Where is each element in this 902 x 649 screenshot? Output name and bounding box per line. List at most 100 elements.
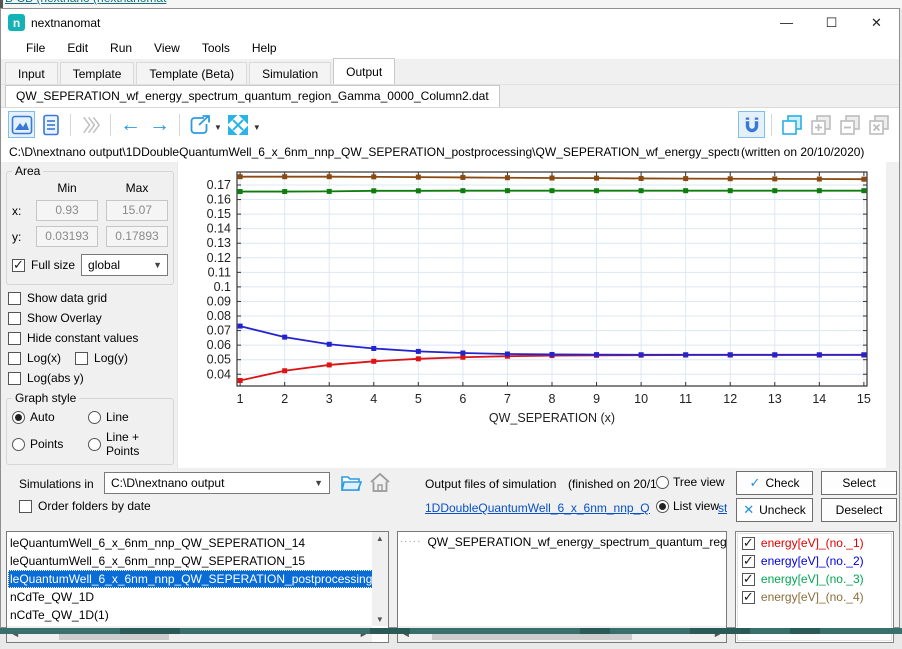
graph-style-legend: Graph style xyxy=(12,391,79,405)
y-max-field[interactable]: 0.17893 xyxy=(106,226,168,247)
svg-text:0.15: 0.15 xyxy=(207,207,231,221)
folders-list[interactable]: leQuantumWell_6_x_6nm_nnp_QW_SEPERATION_… xyxy=(6,531,389,643)
curve-item[interactable]: energy[eV]_(no._1) xyxy=(736,532,893,550)
output-file-name: QW_SEPERATION_wf_energy_spectrum_quantum… xyxy=(427,535,726,549)
open-folder-icon[interactable] xyxy=(340,473,362,493)
curve-checkbox[interactable] xyxy=(742,591,755,604)
show-data-grid-checkbox[interactable] xyxy=(8,292,21,305)
tab-output[interactable]: Output xyxy=(333,58,395,84)
folder-item[interactable]: nCdTe_QW_1D(1) xyxy=(8,606,370,624)
order-folders-checkbox[interactable] xyxy=(19,500,32,513)
show-overlay-checkbox[interactable] xyxy=(8,312,21,325)
file-tab-active[interactable]: QW_SEPERATION_wf_energy_spectrum_quantum… xyxy=(5,85,500,107)
curve-checkbox[interactable] xyxy=(742,573,755,586)
expand-icon xyxy=(226,113,250,137)
log-y-checkbox[interactable] xyxy=(75,352,88,365)
graph-style-line-points-radio[interactable] xyxy=(88,438,101,451)
simulation-link[interactable]: 1DDoubleQuantumWell_6_x_6nm_nnp_QW_SEP xyxy=(425,501,650,515)
hide-constant-values-checkbox[interactable] xyxy=(8,332,21,345)
menu-edit[interactable]: Edit xyxy=(56,38,99,58)
select-button[interactable]: Select xyxy=(821,471,897,495)
full-size-label: Full size xyxy=(31,258,75,272)
x-min-field[interactable]: 0.93 xyxy=(36,200,98,221)
svg-text:0.04: 0.04 xyxy=(207,367,231,381)
close-tab-button[interactable] xyxy=(865,111,892,138)
folder-item[interactable]: leQuantumWell_6_x_6nm_nnp_QW_SEPERATION_… xyxy=(8,534,370,552)
order-folders-label: Order folders by date xyxy=(38,499,151,513)
curve-item[interactable]: energy[eV]_(no._4) xyxy=(736,586,893,604)
next-button[interactable]: → xyxy=(146,111,173,138)
curve-item[interactable]: energy[eV]_(no._2) xyxy=(736,550,893,568)
menu-run[interactable]: Run xyxy=(99,38,143,58)
graph-style-points-radio[interactable] xyxy=(12,438,25,451)
close-button[interactable]: ✕ xyxy=(854,9,899,36)
curve-checkbox[interactable] xyxy=(742,537,755,550)
tab-template-beta[interactable]: Template (Beta) xyxy=(136,62,247,84)
deselect-button[interactable]: Deselect xyxy=(821,498,897,522)
uncheck-button[interactable]: ✕ Uncheck xyxy=(736,498,813,522)
svg-text:12: 12 xyxy=(723,392,737,406)
show-data-grid-label: Show data grid xyxy=(27,291,107,305)
y-min-field[interactable]: 0.03193 xyxy=(36,226,98,247)
link-fragment[interactable]: st xyxy=(718,501,727,515)
svg-text:13: 13 xyxy=(768,392,782,406)
graph-style-auto-radio[interactable] xyxy=(12,411,25,424)
x-max-field[interactable]: 15.07 xyxy=(106,200,168,221)
text-view-button[interactable] xyxy=(37,111,64,138)
fullscreen-button[interactable] xyxy=(225,111,252,138)
log-x-checkbox[interactable] xyxy=(8,352,21,365)
menu-tools[interactable]: Tools xyxy=(191,38,241,58)
app-logo-icon: n xyxy=(8,14,25,31)
svg-text:QW_SEPERATION (x): QW_SEPERATION (x) xyxy=(489,411,615,425)
new-tab-button[interactable] xyxy=(778,111,805,138)
check-button[interactable]: ✓ Check xyxy=(736,471,813,495)
folder-item[interactable]: leQuantumWell_6_x_6nm_nnp_QW_SEPERATION_… xyxy=(8,552,370,570)
output-files-list[interactable]: ····· QW_SEPERATION_wf_energy_spectrum_q… xyxy=(397,531,727,643)
fullscreen-dropdown-caret[interactable]: ▼ xyxy=(253,123,261,132)
scroll-up-icon[interactable]: ▲ xyxy=(376,534,384,543)
curve-item[interactable]: energy[eV]_(no._3) xyxy=(736,568,893,586)
snap-button[interactable] xyxy=(738,111,765,138)
home-icon[interactable] xyxy=(369,472,391,493)
curves-list[interactable]: energy[eV]_(no._1) energy[eV]_(no._2) en… xyxy=(735,531,894,643)
full-size-checkbox[interactable] xyxy=(12,259,25,272)
remove-page-button[interactable] xyxy=(836,111,863,138)
scope-dropdown[interactable]: global ▼ xyxy=(81,254,168,276)
folder-item[interactable]: nCdTe_QW_1D xyxy=(8,588,370,606)
add-page-button[interactable] xyxy=(807,111,834,138)
graph-view-button[interactable] xyxy=(8,111,35,138)
folder-item-selected[interactable]: leQuantumWell_6_x_6nm_nnp_QW_SEPERATION_… xyxy=(8,570,375,588)
graph-options-panel: Area Min Max x: 0.93 15.07 y: 0.03193 0.… xyxy=(1,162,177,468)
svg-text:11: 11 xyxy=(679,392,692,406)
curve-checkbox[interactable] xyxy=(742,555,755,568)
tab-simulation[interactable]: Simulation xyxy=(249,62,331,84)
previous-button[interactable]: ← xyxy=(117,111,144,138)
export-button[interactable] xyxy=(186,111,213,138)
tab-input[interactable]: Input xyxy=(5,62,58,84)
menu-view[interactable]: View xyxy=(143,38,191,58)
area-legend: Area xyxy=(12,164,43,178)
list-view-radio[interactable] xyxy=(656,500,669,513)
show-overlay-label: Show Overlay xyxy=(27,311,102,325)
maximize-button[interactable]: ☐ xyxy=(809,9,854,36)
export-dropdown-caret[interactable]: ▼ xyxy=(214,123,222,132)
svg-text:0.17: 0.17 xyxy=(207,178,231,192)
graph-style-line-radio[interactable] xyxy=(88,411,101,424)
chart-area[interactable]: 1234567891011121314150.040.050.060.070.0… xyxy=(177,162,886,468)
minimize-button[interactable]: — xyxy=(764,9,809,36)
main-tab-strip: Input Template Template (Beta) Simulatio… xyxy=(1,59,899,85)
scroll-down-icon[interactable]: ▼ xyxy=(376,615,384,624)
simulations-folder-dropdown[interactable]: C:\D\nextnano output ▼ xyxy=(104,472,330,494)
output-file-item[interactable]: ····· QW_SEPERATION_wf_energy_spectrum_q… xyxy=(398,532,726,549)
folders-vertical-scrollbar[interactable]: ▲▼ xyxy=(372,532,388,626)
tree-view-radio[interactable] xyxy=(656,476,669,489)
graph-style-points-label: Points xyxy=(30,437,63,451)
overlay-button[interactable] xyxy=(77,111,104,138)
curve-label: energy[eV]_(no._4) xyxy=(761,590,864,604)
menu-file[interactable]: File xyxy=(15,38,56,58)
curve-label: energy[eV]_(no._2) xyxy=(761,554,864,568)
menu-help[interactable]: Help xyxy=(241,38,288,58)
tree-view-label: Tree view xyxy=(673,475,725,489)
log-abs-y-checkbox[interactable] xyxy=(8,372,21,385)
tab-template[interactable]: Template xyxy=(60,62,135,84)
